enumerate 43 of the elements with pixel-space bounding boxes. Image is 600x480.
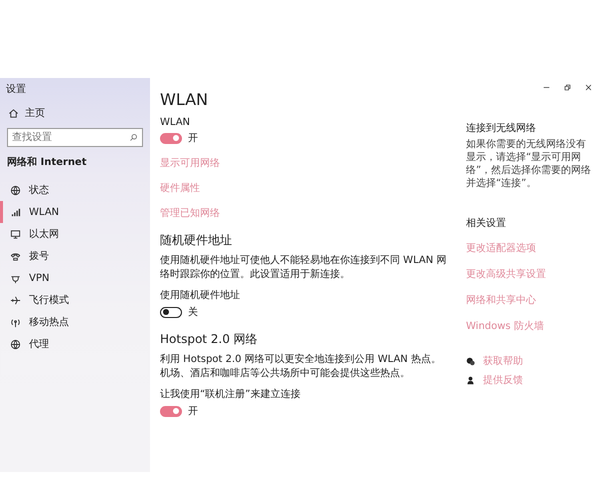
toggle-switch[interactable]: [160, 306, 182, 318]
setting-label: 使用随机硬件地址: [160, 288, 240, 302]
description-text: 利用 Hotspot 2.0 网络可以更安全地连接到公用 WLAN 热点。机场、酒店和咖啡店等公共场所中可能会提供这些热点。: [160, 353, 442, 380]
search-field[interactable]: 查找设置: [7, 128, 143, 147]
page-title: WLAN: [160, 90, 208, 109]
airplane-icon: [10, 294, 21, 306]
window-title: 设置: [5, 82, 26, 96]
nav-item[interactable]: VPN: [0, 267, 150, 289]
nav-item[interactable]: 移动热点: [0, 311, 150, 333]
nav-item[interactable]: 以太网: [0, 223, 150, 245]
nav-item[interactable]: 状态: [0, 179, 150, 201]
search-icon: [129, 133, 138, 142]
chat-bubble-icon: [466, 356, 475, 366]
close-icon[interactable]: [585, 84, 592, 91]
globe-icon: [10, 184, 21, 196]
section-title: 网络和 Internet: [6, 156, 86, 169]
nav-item[interactable]: 代理: [0, 333, 150, 355]
nav-item[interactable]: 飞行模式: [0, 289, 150, 311]
globe-icon: [10, 338, 21, 350]
aside-text: 如果你需要的无线网络没有显示，请选择“显示可用网络”，然后选择你需要的网络并选择“连接”。: [466, 138, 592, 190]
signal-bars-icon: [10, 206, 21, 218]
phone-icon: [10, 250, 21, 262]
setting-label: 让我使用“联机注册”来建立连接: [160, 388, 300, 401]
restore-icon[interactable]: [564, 84, 571, 91]
person-icon: [466, 376, 475, 384]
toggle-switch[interactable]: [160, 406, 182, 416]
toggle-switch[interactable]: [160, 132, 182, 144]
nav-item[interactable]: WLAN: [0, 201, 150, 223]
home-icon: [8, 108, 19, 118]
antenna-icon: [10, 316, 21, 328]
nav-item[interactable]: 拨号: [0, 245, 150, 267]
home-link[interactable]: 主页: [0, 104, 53, 122]
description-text: 使用随机硬件地址可使他人不能轻易地在你连接到不同 WLAN 网络时跟踪你的位置。此设置适用于新连接。: [160, 254, 448, 281]
setting-label: WLAN: [160, 117, 190, 128]
minimize-icon[interactable]: [543, 84, 550, 91]
toggle-state: 开: [188, 405, 198, 418]
section-heading: Hotspot 2.0 网络: [160, 331, 258, 348]
toggle-state: 开: [188, 132, 198, 145]
aside-heading: 连接到无线网络: [466, 122, 536, 135]
toggle-state: 关: [188, 306, 198, 319]
section-heading: 随机硬件地址: [160, 232, 232, 249]
aside-heading: 相关设置: [466, 216, 506, 230]
monitor-icon: [10, 228, 21, 240]
